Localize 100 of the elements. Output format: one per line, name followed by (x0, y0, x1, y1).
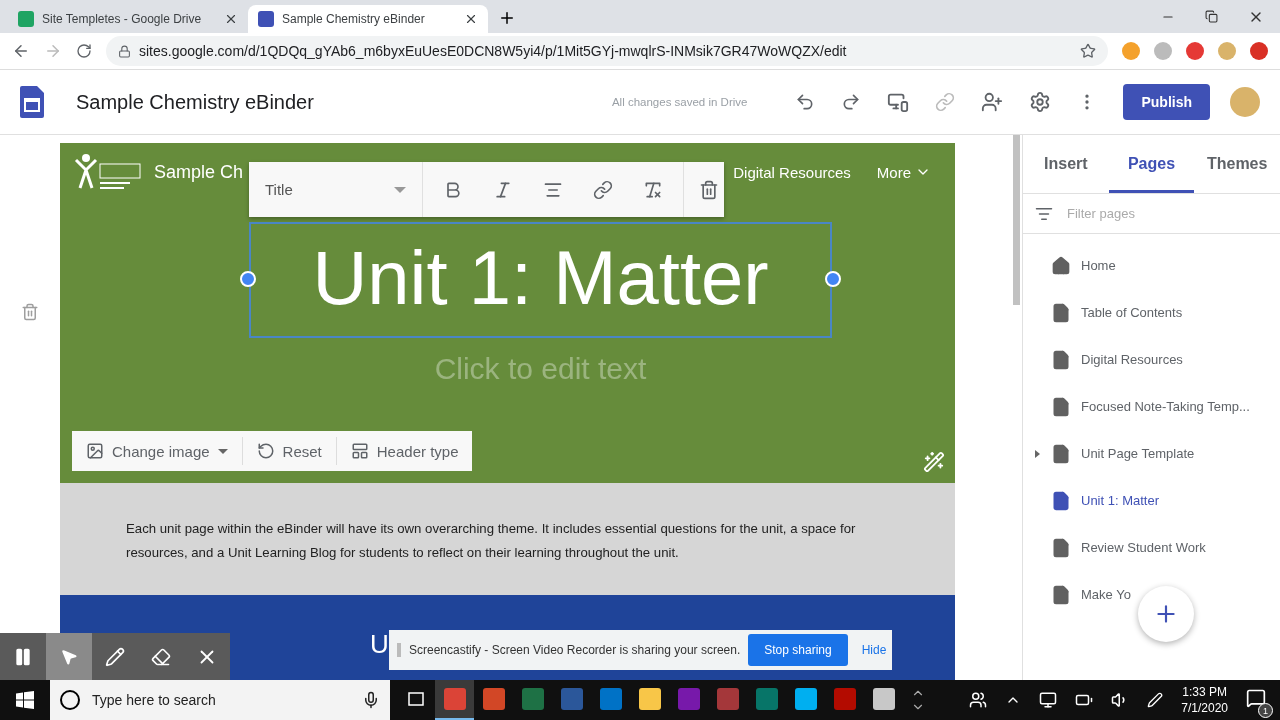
people-icon[interactable] (969, 691, 988, 709)
link-icon[interactable] (593, 179, 613, 200)
page-item[interactable]: Digital Resources (1023, 336, 1280, 383)
resize-handle[interactable] (240, 271, 256, 287)
address-bar[interactable]: sites.google.com/d/1QDQq_gYAb6_m6byxEuUesE0DCN8W5yi4/p/1Mit5GYj-mwqlrS-INMsik7GR47WoWQZX/edit (106, 36, 1108, 66)
page-item[interactable]: Review Student Work (1023, 524, 1280, 571)
page-label: Home (1081, 258, 1116, 273)
page-icon (1051, 302, 1071, 323)
redo-icon[interactable] (841, 92, 862, 112)
app-icon (833, 688, 856, 710)
back-icon[interactable] (12, 42, 30, 60)
hide-button[interactable]: Hide (855, 642, 893, 658)
reload-icon[interactable] (76, 43, 92, 59)
extension-icon[interactable] (1250, 42, 1268, 60)
page-item[interactable]: Table of Contents (1023, 289, 1280, 336)
scrollbar-thumb[interactable] (1013, 135, 1020, 305)
notifications-icon[interactable] (1246, 688, 1266, 708)
page-label: Unit 1: Matter (1081, 493, 1160, 508)
intro-paragraph: Each unit page within the eBinder will have its own overarching theme. It includes essential questions for the unit, a space for resources, and a Unit Learning Blog for students to reflect on their learning throughout the unit. (60, 483, 955, 595)
delete-icon[interactable] (21, 303, 39, 321)
page-item[interactable]: Focused Note-Taking Temp... (1023, 383, 1280, 430)
page-title[interactable]: Unit 1: Matter (249, 222, 832, 338)
dropdown-arrow-icon (217, 448, 228, 454)
annotation-tool[interactable] (46, 633, 92, 680)
page-label: Make Yo (1081, 587, 1131, 602)
dropdown-arrow-icon (394, 186, 406, 193)
publish-button[interactable]: Publish (1123, 84, 1210, 120)
app-icon (716, 688, 739, 710)
header-layout-icon (350, 442, 369, 460)
stop-sharing-button[interactable]: Stop sharing (748, 634, 848, 666)
close-icon[interactable] (464, 12, 478, 26)
save-status: All changes saved in Drive (611, 96, 748, 108)
home-icon (1051, 255, 1071, 276)
filter-field[interactable]: Filter pages (1065, 205, 1268, 222)
browser-tab[interactable]: Sample Chemistry eBinder (248, 5, 488, 33)
task-view-icon[interactable] (405, 690, 426, 708)
delete-icon[interactable] (699, 179, 719, 200)
pointer-icon (60, 647, 78, 666)
new-tab-icon[interactable] (498, 9, 516, 27)
app-icon (872, 688, 895, 710)
app-icon (638, 688, 661, 710)
resize-handle[interactable] (825, 271, 841, 287)
page-item[interactable]: Unit 1: Matter (1023, 477, 1280, 524)
more-menu[interactable]: More (876, 163, 931, 181)
clock-time: 1:33 PM (1182, 684, 1227, 700)
pen-icon[interactable] (1147, 692, 1164, 708)
italic-icon[interactable] (493, 179, 513, 200)
magic-wand-icon[interactable] (923, 451, 945, 473)
device-preview-icon[interactable] (887, 91, 910, 113)
expand-caret-icon[interactable] (1035, 449, 1040, 458)
microphone-icon[interactable] (362, 691, 380, 709)
restore-icon[interactable] (1205, 10, 1218, 23)
page-item[interactable]: Unit Page Template (1023, 430, 1280, 477)
nav-link[interactable]: Digital Resources (733, 163, 851, 181)
header-button[interactable]: Header type (336, 437, 473, 465)
screen-icon[interactable] (1039, 691, 1058, 709)
pause-icon (13, 646, 33, 667)
browser-tab[interactable]: Site Templetes - Google Drive (8, 5, 248, 33)
page-icon (1051, 443, 1071, 464)
header-button[interactable]: Change image (72, 437, 243, 465)
page-item[interactable]: Make Yo (1023, 571, 1280, 618)
sites-logo-icon (20, 86, 44, 118)
panel-tab[interactable]: Insert (1023, 135, 1109, 193)
section-title: U (370, 629, 389, 661)
eraser-icon (151, 646, 171, 667)
url-text: sites.google.com/d/1QDQq_gYAb6_m6byxEuUesE0DCN8W5yi4/p/1Mit5GYj-mwqlrS-INMsik7GR47WoWQZX/edit (139, 43, 848, 59)
settings-icon[interactable] (1029, 91, 1052, 113)
page-item[interactable]: Home (1023, 242, 1280, 289)
pen-icon (105, 646, 125, 667)
search-input[interactable]: Type here to search (90, 691, 352, 709)
app-icon (677, 688, 700, 710)
app-icon (560, 688, 583, 710)
taskbar-app[interactable] (435, 680, 474, 720)
app-icon (521, 688, 544, 710)
page-icon (1051, 490, 1071, 511)
document-title: Sample Chemistry eBinder (76, 90, 314, 114)
drag-handle-icon (397, 643, 401, 657)
favicon (258, 11, 274, 27)
image-icon (86, 442, 104, 460)
page-icon (1051, 396, 1071, 417)
extension-icon[interactable] (1186, 42, 1204, 60)
close-icon[interactable] (224, 12, 238, 26)
share-icon[interactable] (981, 91, 1004, 113)
panel-tab[interactable]: Pages (1108, 135, 1195, 193)
app-icon (482, 688, 505, 710)
cortana-icon (60, 690, 80, 710)
page-icon (1051, 349, 1071, 370)
page-label: Focused Note-Taking Temp... (1081, 399, 1250, 414)
windows-start-icon[interactable] (16, 691, 34, 709)
header-button[interactable]: Reset (242, 437, 337, 465)
app-icon (599, 688, 622, 710)
text-style-dropdown[interactable]: Title (249, 162, 423, 217)
panel-tab[interactable]: Themes (1194, 135, 1280, 193)
avatar (1230, 87, 1260, 117)
clock-date: 7/1/2020 (1181, 700, 1228, 716)
taskbar-clock[interactable]: 1:33 PM 7/1/2020 (1181, 684, 1228, 716)
tab-title: Site Templetes - Google Drive (42, 12, 203, 26)
star-icon[interactable] (1080, 43, 1096, 59)
taskbar-search[interactable]: Type here to search (50, 680, 390, 720)
lock-icon (118, 44, 131, 58)
